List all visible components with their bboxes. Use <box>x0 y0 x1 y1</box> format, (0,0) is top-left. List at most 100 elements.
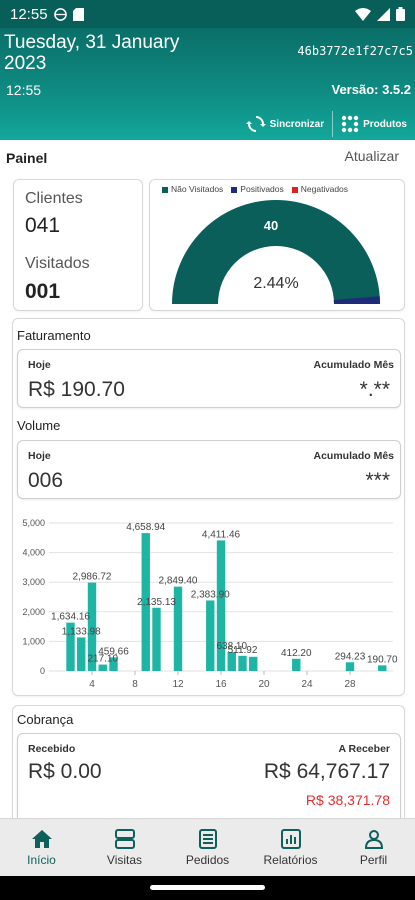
home-icon <box>31 829 52 848</box>
volume-today-value: 006 <box>28 469 64 492</box>
status-bar: 12:55 <box>0 0 415 28</box>
device-id: 46b3772e1f27c7c5 <box>297 44 413 58</box>
status-time: 12:55 <box>10 5 48 23</box>
chart-y-tick-label: 2,000 <box>22 607 45 617</box>
bottom-nav: Início Visitas Pedidos Relatórios Perfil <box>0 818 415 876</box>
chart-data-label: 4,658.94 <box>126 522 165 533</box>
chart-y-tick-label: 1,000 <box>22 636 45 646</box>
volume-month-value: *** <box>365 469 390 492</box>
chart-data-label: 294.23 <box>335 651 366 662</box>
billing-today-label: Hoje <box>28 359 51 371</box>
nav-visits-label: Visitas <box>106 852 143 867</box>
sd-card-icon <box>72 7 84 21</box>
volume-box: Hoje 006 Acumulado Mês *** <box>17 440 401 499</box>
products-label: Produtos <box>363 118 407 130</box>
chart-data-label: 2,135.13 <box>137 597 176 608</box>
sync-icon <box>245 116 266 132</box>
battery-icon <box>396 7 405 21</box>
chart-data-label: 511.92 <box>228 645 258 656</box>
nav-profile[interactable]: Perfil <box>332 819 415 876</box>
visits-gauge: 40 2.44% <box>172 200 380 304</box>
volume-title: Volume <box>17 418 61 433</box>
wifi-icon <box>355 7 371 21</box>
nav-home-label: Início <box>27 852 56 867</box>
nav-reports[interactable]: Relatórios <box>249 819 332 876</box>
receivable-label: A Receber <box>338 743 390 755</box>
collections-box: Recebido R$ 0.00 A Receber R$ 64,767.17 … <box>17 733 401 823</box>
chart-y-tick-label: 4,000 <box>22 548 45 558</box>
reports-icon <box>280 828 301 849</box>
nav-profile-label: Perfil <box>359 852 388 867</box>
collections-card: Cobrança Recebido R$ 0.00 A Receber R$ 6… <box>12 705 405 823</box>
chart-bar <box>345 662 355 671</box>
chart-bar <box>292 658 301 671</box>
received-value: R$ 0.00 <box>28 760 102 783</box>
nav-reports-label: Relatórios <box>263 852 318 867</box>
nav-orders[interactable]: Pedidos <box>166 819 249 876</box>
billing-today-value: R$ 190.70 <box>28 378 125 401</box>
globe-icon <box>53 7 67 21</box>
app-version: Versão: 3.5.2 <box>331 82 412 97</box>
chart-data-label: 190.70 <box>367 654 398 665</box>
volume-month-label: Acumulado Mês <box>313 450 394 462</box>
chart-data-label: 459.66 <box>98 646 129 657</box>
gauge-card: Não Visitados Positivados Negativados 40… <box>149 179 405 311</box>
orders-icon <box>198 828 217 849</box>
chart-x-tick-label: 8 <box>132 679 138 690</box>
sales-card: Faturamento Hoje R$ 190.70 Acumulado Mês… <box>12 318 405 696</box>
received-label: Recebido <box>28 743 76 755</box>
receivable-value: R$ 64,767.17 <box>263 760 390 783</box>
chart-data-label: 412.20 <box>281 648 312 659</box>
billing-month-value: *.** <box>359 378 390 401</box>
chart-data-label: 2,383.90 <box>191 589 230 600</box>
chart-x-tick-label: 20 <box>258 679 270 690</box>
billing-box: Hoje R$ 190.70 Acumulado Mês *.** <box>17 349 401 408</box>
chart-x-tick-label: 12 <box>172 679 184 690</box>
sync-button[interactable]: Sincronizar <box>238 108 332 140</box>
signal-icon <box>377 7 390 21</box>
chart-x-tick-label: 16 <box>215 679 227 690</box>
panel-header: Painel Atualizar <box>0 140 415 176</box>
nav-home[interactable]: Início <box>0 819 83 876</box>
chart-x-tick-label: 28 <box>344 679 356 690</box>
sync-label: Sincronizar <box>269 118 325 130</box>
clients-value: 041 <box>25 214 61 237</box>
header-actions: Sincronizar Produtos <box>238 108 415 140</box>
chart-bar <box>238 655 247 671</box>
chart-bar <box>77 637 86 671</box>
chart-bar <box>152 607 161 671</box>
billing-title: Faturamento <box>17 328 91 343</box>
chart-bar <box>206 600 215 671</box>
visited-label: Visitados <box>25 255 90 272</box>
chart-x-tick-label: 24 <box>301 679 313 690</box>
panel-title: Painel <box>6 150 48 166</box>
header-date: Tuesday, 31 January 2023 <box>4 32 180 74</box>
chart-bar <box>98 664 107 671</box>
products-icon <box>341 115 359 133</box>
app-header: Tuesday, 31 January 2023 46b3772e1f27c7c… <box>0 28 415 140</box>
clients-label: Clientes <box>25 190 83 207</box>
daily-sales-chart: 0 1,000 2,000 3,000 4,000 5,000 4 8 12 16 20 24 28 1,… <box>22 518 398 690</box>
visits-icon <box>114 828 135 849</box>
chart-data-label: 1,133.98 <box>62 626 101 637</box>
volume-today-label: Hoje <box>28 450 51 462</box>
products-button[interactable]: Produtos <box>333 108 415 140</box>
chart-y-tick-label: 5,000 <box>22 518 45 528</box>
chart-bar <box>249 656 258 671</box>
gauge-center-label: 2.44% <box>253 275 298 292</box>
chart-bar <box>378 665 387 671</box>
gauge-top-label: 40 <box>264 218 278 233</box>
home-gesture-handle[interactable] <box>150 885 265 890</box>
visited-value: 001 <box>25 280 61 303</box>
chart-data-label: 2,849.40 <box>159 576 198 587</box>
nav-visits[interactable]: Visitas <box>83 819 166 876</box>
nav-orders-label: Pedidos <box>185 852 230 867</box>
gesture-bar <box>0 876 415 900</box>
chart-data-label: 1,634.16 <box>51 612 90 623</box>
refresh-button[interactable]: Atualizar <box>345 148 399 164</box>
chart-x-tick-label: 4 <box>89 679 95 690</box>
collections-title: Cobrança <box>17 712 74 727</box>
profile-icon <box>364 829 383 849</box>
overdue-value: R$ 38,371.78 <box>305 792 390 808</box>
billing-month-label: Acumulado Mês <box>313 359 394 371</box>
